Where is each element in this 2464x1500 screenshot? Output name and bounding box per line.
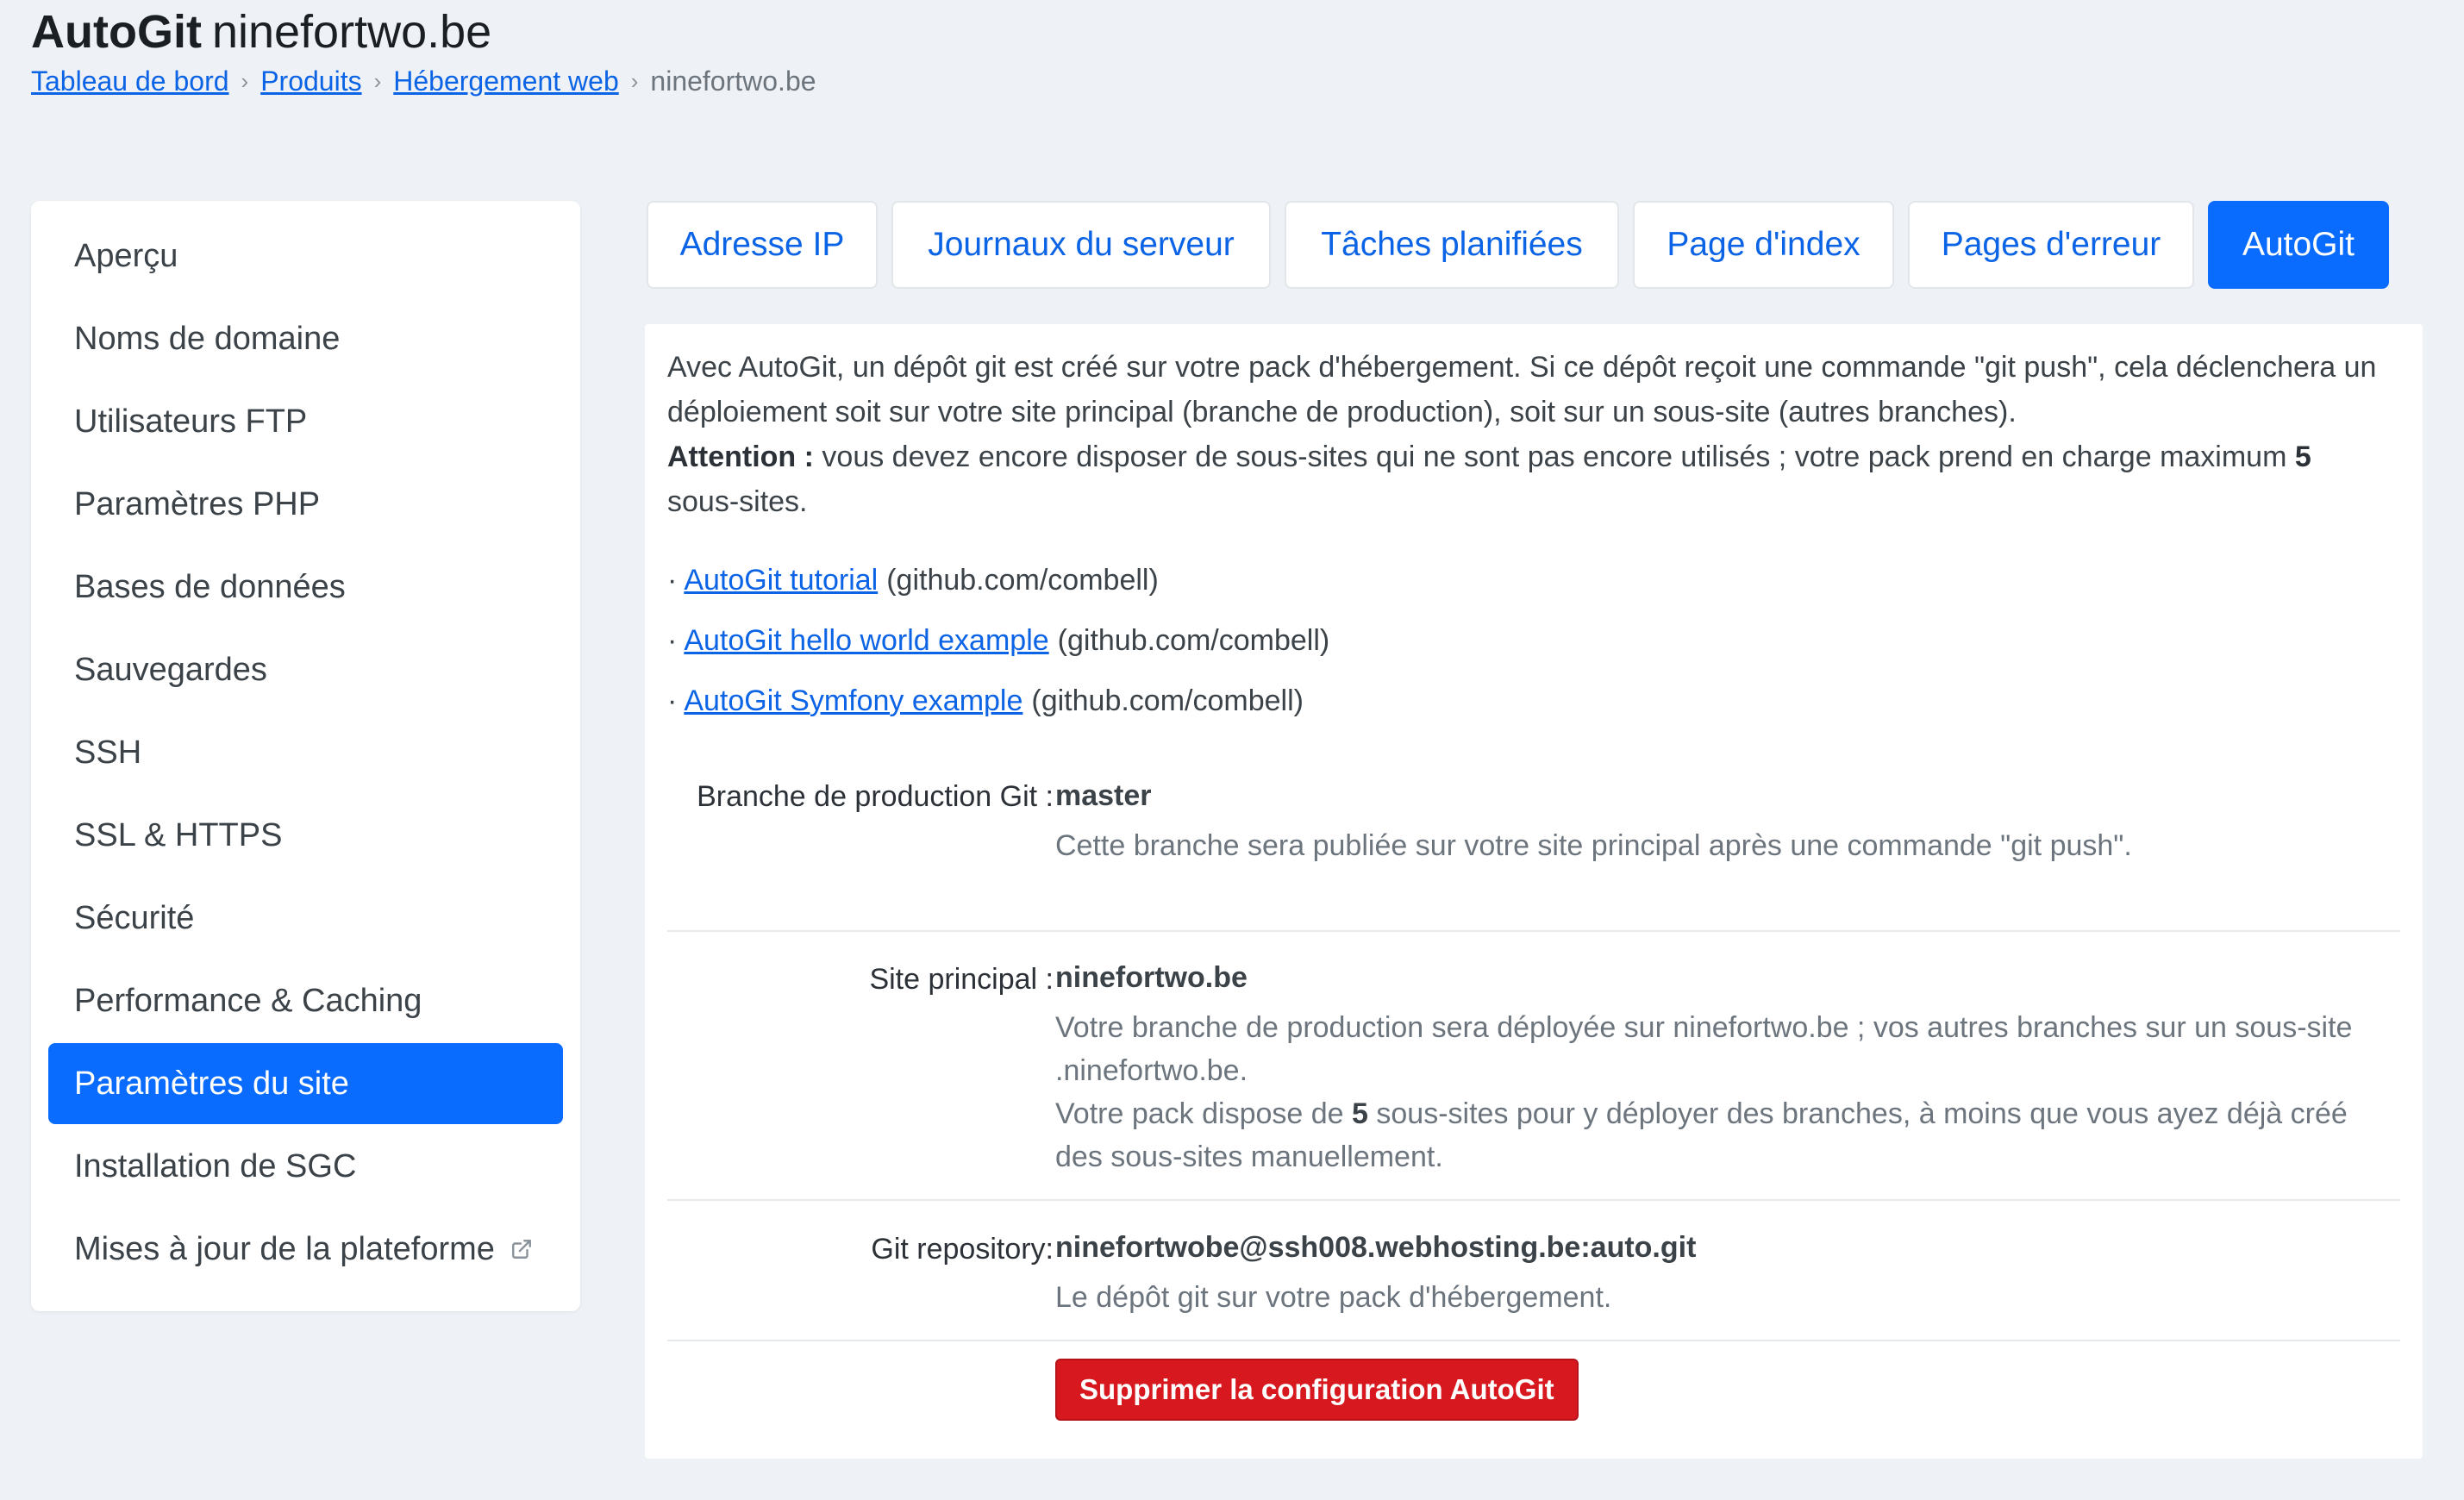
- page-title-app: AutoGit: [31, 6, 202, 58]
- tab-index-page[interactable]: Page d'index: [1633, 201, 1894, 289]
- tab-error-pages[interactable]: Pages d'erreur: [1908, 201, 2194, 289]
- tutorial-links: · AutoGit tutorial (github.com/combell) …: [667, 550, 1329, 731]
- link-source: (github.com/combell): [886, 563, 1159, 597]
- git-repository-label: Git repository:: [871, 1233, 1054, 1266]
- git-repository-value: ninefortwobe@ssh008.webhosting.be:auto.g…: [1055, 1231, 1697, 1264]
- tab-label: Adresse IP: [679, 226, 845, 263]
- sidebar-item-platform-updates[interactable]: Mises à jour de la plateforme: [48, 1209, 563, 1290]
- sidebar-item-php-settings[interactable]: Paramètres PHP: [48, 464, 563, 545]
- main-site-field: ninefortwo.be Votre branche de productio…: [1055, 956, 2400, 1178]
- autogit-symfony-link[interactable]: AutoGit Symfony example: [684, 684, 1022, 718]
- breadcrumb-separator: ›: [241, 68, 249, 94]
- autogit-tutorial-link[interactable]: AutoGit tutorial: [684, 564, 878, 597]
- autogit-intro: Avec AutoGit, un dépôt git est créé sur …: [667, 345, 2383, 524]
- tab-label: Page d'index: [1667, 226, 1861, 263]
- list-item: · AutoGit tutorial (github.com/combell): [667, 550, 1329, 610]
- production-branch-value: master: [1055, 779, 1152, 812]
- tab-autogit[interactable]: AutoGit: [2208, 201, 2389, 289]
- sidebar-item-label: Mises à jour de la plateforme: [74, 1230, 495, 1267]
- sidebar-item-performance-caching[interactable]: Performance & Caching: [48, 960, 563, 1041]
- sidebar-item-label: Aperçu: [74, 237, 178, 274]
- delete-autogit-config-button[interactable]: Supprimer la configuration AutoGit: [1055, 1359, 1579, 1421]
- sidebar-item-ssl-https[interactable]: SSL & HTTPS: [48, 795, 563, 876]
- link-source: (github.com/combell): [1031, 684, 1304, 717]
- sidebar-item-cms-installation[interactable]: Installation de SGC: [48, 1126, 563, 1207]
- breadcrumb-separator: ›: [630, 68, 639, 94]
- sidebar-item-label: Paramètres du site: [74, 1065, 349, 1102]
- production-branch-label: Branche de production Git :: [697, 780, 1054, 813]
- tab-label: Pages d'erreur: [1941, 226, 2161, 263]
- sidebar-item-label: SSH: [74, 734, 142, 771]
- sidebar-item-label: Noms de domaine: [74, 320, 341, 357]
- main-site-help: Votre branche de production sera déployé…: [1055, 1011, 2353, 1087]
- production-branch-field: master Cette branche sera publiée sur vo…: [1055, 774, 2400, 867]
- intro-text: Avec AutoGit, un dépôt git est créé sur …: [667, 351, 2377, 428]
- breadcrumb: Tableau de bord › Produits › Hébergement…: [31, 66, 816, 97]
- divider: [667, 1199, 2400, 1201]
- attention-count: 5: [2294, 441, 2311, 473]
- page-title: AutoGit ninefortwo.be: [31, 5, 491, 59]
- page-title-domain: ninefortwo.be: [211, 6, 492, 58]
- git-repository-field: ninefortwobe@ssh008.webhosting.be:auto.g…: [1055, 1226, 2400, 1319]
- sidebar-item-databases[interactable]: Bases de données: [48, 547, 563, 628]
- breadcrumb-products[interactable]: Produits: [260, 66, 361, 97]
- subsite-count: 5: [1352, 1097, 1368, 1130]
- main-site-label: Site principal :: [869, 963, 1054, 996]
- autogit-panel: Avec AutoGit, un dépôt git est créé sur …: [645, 324, 2423, 1459]
- breadcrumb-current: ninefortwo.be: [650, 66, 816, 97]
- divider: [667, 1340, 2400, 1341]
- sidebar-item-backups[interactable]: Sauvegardes: [48, 629, 563, 710]
- sidebar-item-site-settings[interactable]: Paramètres du site: [48, 1043, 563, 1124]
- tab-server-logs[interactable]: Journaux du serveur: [891, 201, 1271, 289]
- sidebar-item-ftp-users[interactable]: Utilisateurs FTP: [48, 381, 563, 462]
- list-item: · AutoGit hello world example (github.co…: [667, 610, 1329, 671]
- sidebar: Aperçu Noms de domaine Utilisateurs FTP …: [31, 201, 580, 1311]
- sidebar-item-label: Installation de SGC: [74, 1147, 357, 1184]
- sidebar-item-label: Paramètres PHP: [74, 485, 321, 522]
- sidebar-item-label: Performance & Caching: [74, 982, 422, 1019]
- attention-text: vous devez encore disposer de sous-sites…: [822, 441, 2287, 473]
- divider: [667, 930, 2400, 932]
- bullet: ·: [667, 563, 678, 597]
- help-text: Votre pack dispose de: [1055, 1097, 1344, 1130]
- sidebar-item-label: Sauvegardes: [74, 651, 267, 688]
- external-link-icon: [511, 1240, 531, 1259]
- sidebar-item-ssh[interactable]: SSH: [48, 712, 563, 793]
- tab-label: AutoGit: [2242, 226, 2355, 263]
- tab-ip-address[interactable]: Adresse IP: [647, 201, 878, 289]
- tab-label: Journaux du serveur: [928, 226, 1235, 263]
- sidebar-item-label: SSL & HTTPS: [74, 816, 283, 853]
- list-item: · AutoGit Symfony example (github.com/co…: [667, 671, 1329, 731]
- sidebar-item-security[interactable]: Sécurité: [48, 878, 563, 959]
- sidebar-item-label: Sécurité: [74, 899, 195, 936]
- sidebar-item-domain-names[interactable]: Noms de domaine: [48, 298, 563, 379]
- tab-scheduled-tasks[interactable]: Tâches planifiées: [1285, 201, 1619, 289]
- git-repository-help: Le dépôt git sur votre pack d'hébergemen…: [1055, 1281, 1612, 1314]
- attention-label: Attention :: [667, 441, 814, 473]
- sidebar-item-label: Bases de données: [74, 568, 346, 605]
- sidebar-item-label: Utilisateurs FTP: [74, 403, 308, 440]
- autogit-hello-world-link[interactable]: AutoGit hello world example: [684, 624, 1048, 658]
- tab-label: Tâches planifiées: [1321, 226, 1583, 263]
- production-branch-help: Cette branche sera publiée sur votre sit…: [1055, 829, 2132, 862]
- link-source: (github.com/combell): [1057, 623, 1330, 657]
- bullet: ·: [667, 623, 678, 657]
- sidebar-item-overview[interactable]: Aperçu: [48, 216, 563, 297]
- bullet: ·: [667, 684, 678, 717]
- breadcrumb-separator: ›: [373, 68, 382, 94]
- main-site-subsites-help: Votre pack dispose de 5 sous-sites pour …: [1055, 1092, 2400, 1178]
- attention-suffix: sous-sites.: [667, 485, 808, 518]
- breadcrumb-dashboard[interactable]: Tableau de bord: [31, 66, 229, 97]
- breadcrumb-web-hosting[interactable]: Hébergement web: [393, 66, 618, 97]
- main-site-value: ninefortwo.be: [1055, 961, 1248, 994]
